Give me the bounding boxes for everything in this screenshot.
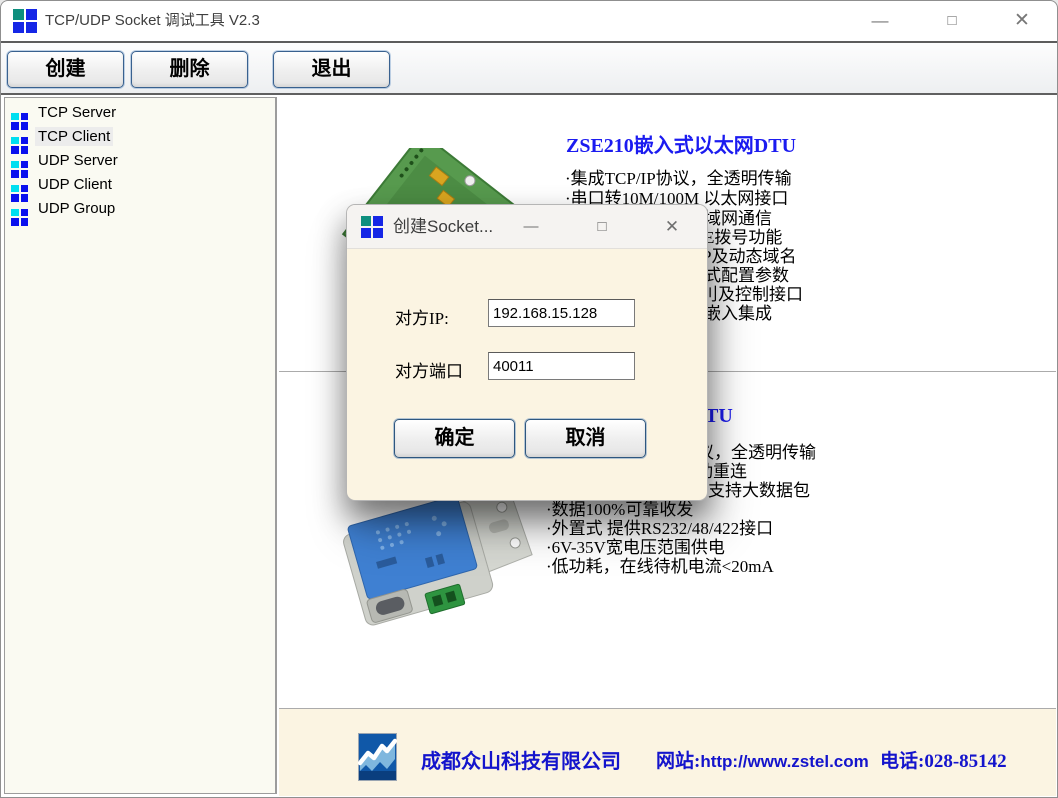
toolbar-divider bbox=[1, 93, 1057, 95]
tree-item-label: UDP Server bbox=[35, 151, 121, 170]
sidebar-item-udp-group[interactable]: UDP Group bbox=[5, 197, 275, 221]
dialog-close-icon[interactable]: ✕ bbox=[660, 215, 684, 239]
create-socket-dialog: 创建Socket... — □ ✕ 对方IP: 对方端口 确定 取消 bbox=[346, 204, 708, 501]
website-url[interactable]: http://www.zstel.com bbox=[700, 752, 868, 772]
sidebar-item-udp-server[interactable]: UDP Server bbox=[5, 149, 275, 173]
close-icon[interactable]: ✕ bbox=[1005, 6, 1039, 36]
sidebar-item-udp-client[interactable]: UDP Client bbox=[5, 173, 275, 197]
tree-item-label: TCP Client bbox=[35, 127, 113, 146]
product2-title-fragment: TU bbox=[705, 405, 733, 428]
delete-button[interactable]: 删除 bbox=[131, 51, 248, 88]
dialog-app-icon bbox=[361, 216, 383, 238]
dialog-title: 创建Socket... bbox=[393, 205, 493, 249]
product2-bullet-fragment: 支持大数据包 bbox=[708, 476, 810, 501]
create-button[interactable]: 创建 bbox=[7, 51, 124, 88]
exit-button[interactable]: 退出 bbox=[273, 51, 390, 88]
title-bar[interactable]: TCP/UDP Socket 调试工具 V2.3 — □ ✕ bbox=[1, 1, 1057, 41]
peer-ip-label: 对方IP: bbox=[395, 304, 449, 329]
company-name: 成都众山科技有限公司 bbox=[421, 745, 621, 774]
company-logo bbox=[358, 733, 397, 781]
maximize-icon[interactable]: □ bbox=[935, 6, 969, 36]
tree-item-label: TCP Server bbox=[35, 103, 119, 122]
cancel-button[interactable]: 取消 bbox=[525, 419, 646, 458]
product2-bullet: ·低功耗，在线待机电流<20mA bbox=[546, 552, 774, 577]
website-label: 网站: bbox=[656, 746, 700, 773]
peer-ip-input[interactable] bbox=[488, 299, 635, 327]
socket-tree-panel: TCP Server TCP Client UDP Server UDP Cli… bbox=[4, 97, 277, 794]
app-window: TCP/UDP Socket 调试工具 V2.3 — □ ✕ 创建 删除 退出 … bbox=[0, 0, 1058, 798]
peer-port-input[interactable] bbox=[488, 352, 635, 380]
app-icon bbox=[13, 9, 37, 33]
dialog-title-bar[interactable]: 创建Socket... — □ ✕ bbox=[347, 205, 707, 249]
sidebar-item-tcp-server[interactable]: TCP Server bbox=[5, 101, 275, 125]
tree-item-label: UDP Client bbox=[35, 175, 115, 194]
minimize-icon[interactable]: — bbox=[863, 6, 897, 36]
tree-item-label: UDP Group bbox=[35, 199, 118, 218]
dialog-maximize-icon[interactable]: □ bbox=[590, 215, 614, 239]
ok-button[interactable]: 确定 bbox=[394, 419, 515, 458]
sidebar-item-tcp-client[interactable]: TCP Client bbox=[5, 125, 275, 149]
footer-bar: 成都众山科技有限公司 网站: http://www.zstel.com 电话:0… bbox=[279, 709, 1056, 796]
product1-bullet-fragment: 嵌入集成 bbox=[704, 299, 772, 324]
socket-node-icon bbox=[11, 209, 28, 226]
dialog-minimize-icon[interactable]: — bbox=[519, 215, 543, 239]
website-group: 网站: http://www.zstel.com bbox=[656, 746, 869, 773]
peer-port-label: 对方端口 bbox=[395, 357, 463, 382]
window-title: TCP/UDP Socket 调试工具 V2.3 bbox=[45, 1, 260, 41]
dtu-product-image bbox=[331, 485, 536, 645]
phone-number: 电话:028-85142 bbox=[880, 746, 1007, 773]
product1-title: ZSE210嵌入式以太网DTU bbox=[566, 129, 796, 158]
toolbar: 创建 删除 退出 bbox=[1, 43, 1057, 93]
